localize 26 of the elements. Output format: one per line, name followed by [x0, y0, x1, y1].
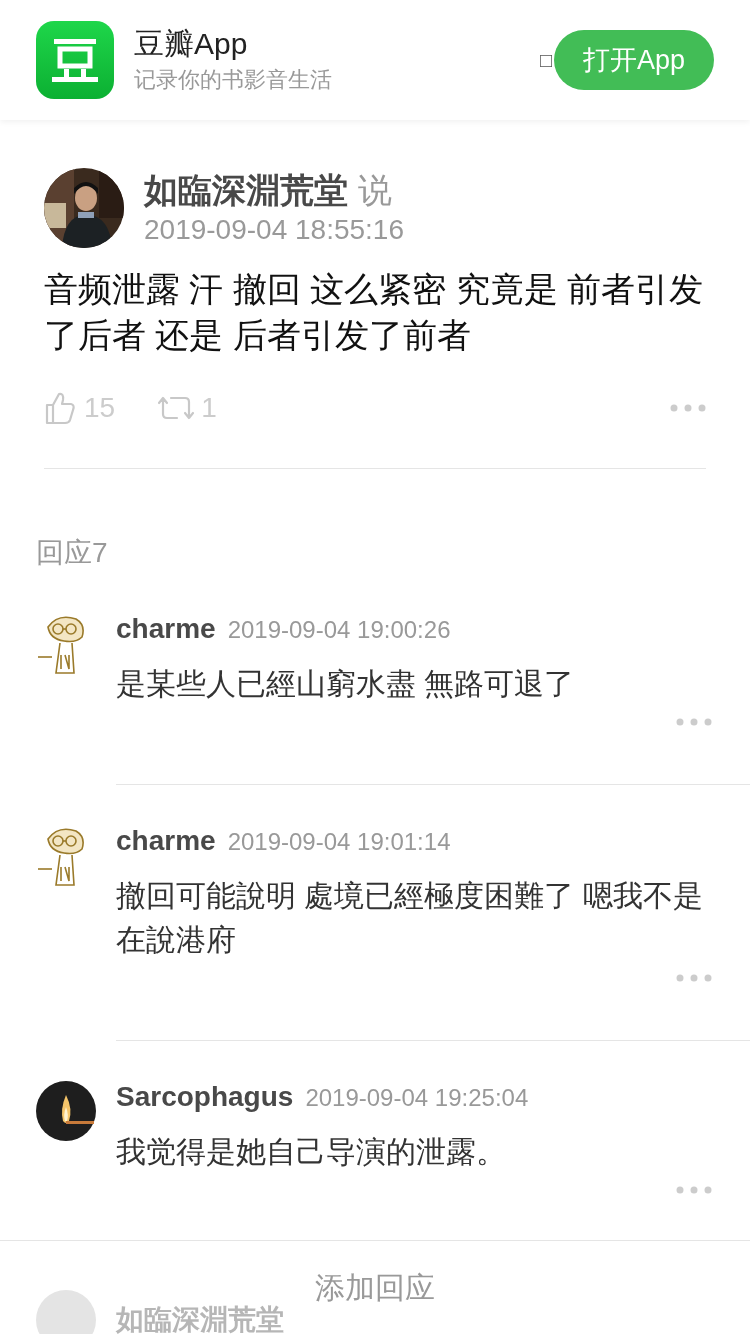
avatar-icon	[36, 1290, 96, 1334]
more-icon	[670, 404, 706, 412]
commenter-name: 如臨深淵荒堂	[116, 1303, 284, 1334]
app-name: 豆瓣App	[134, 26, 249, 62]
author-name[interactable]: 如臨深淵荒堂	[144, 168, 348, 212]
commenter-name[interactable]: charme	[116, 825, 216, 857]
says-label: 说	[358, 170, 392, 211]
app-tagline: 记录你的书影音生活	[134, 66, 332, 94]
comment-text: 是某些人已經山窮水盡 無路可退了	[116, 666, 576, 702]
comment-time: 2019-09-04 19:25:04	[305, 1083, 529, 1113]
comment-time: 2019-09-04 19:00:26	[227, 615, 451, 645]
comment-time: 2019-09-04 19:01:14	[227, 827, 451, 857]
more-icon	[676, 974, 712, 982]
comment-text: 我觉得是她自己导演的泄露。	[116, 1134, 507, 1170]
thumbs-up-icon	[44, 391, 76, 425]
replies-heading: 回应7	[36, 536, 109, 570]
app-logo-icon	[36, 21, 114, 99]
more-icon	[676, 1186, 712, 1194]
post-text: 音频泄露 汗 撤回 这么紧密 究竟是 前者引发了后者 还是 后者引发了前者	[44, 269, 705, 356]
commenter-name[interactable]: charme	[116, 613, 216, 645]
missing-glyph: □	[539, 48, 552, 73]
more-icon	[676, 718, 712, 726]
comment-text: 撤回可能說明 處境已經極度困難了 嗯我不是在說港府	[116, 878, 704, 958]
commenter-name[interactable]: Sarcophagus	[116, 1081, 294, 1113]
repost-icon	[157, 395, 196, 421]
post-time: 2019-09-04 18:55:16	[144, 213, 404, 247]
